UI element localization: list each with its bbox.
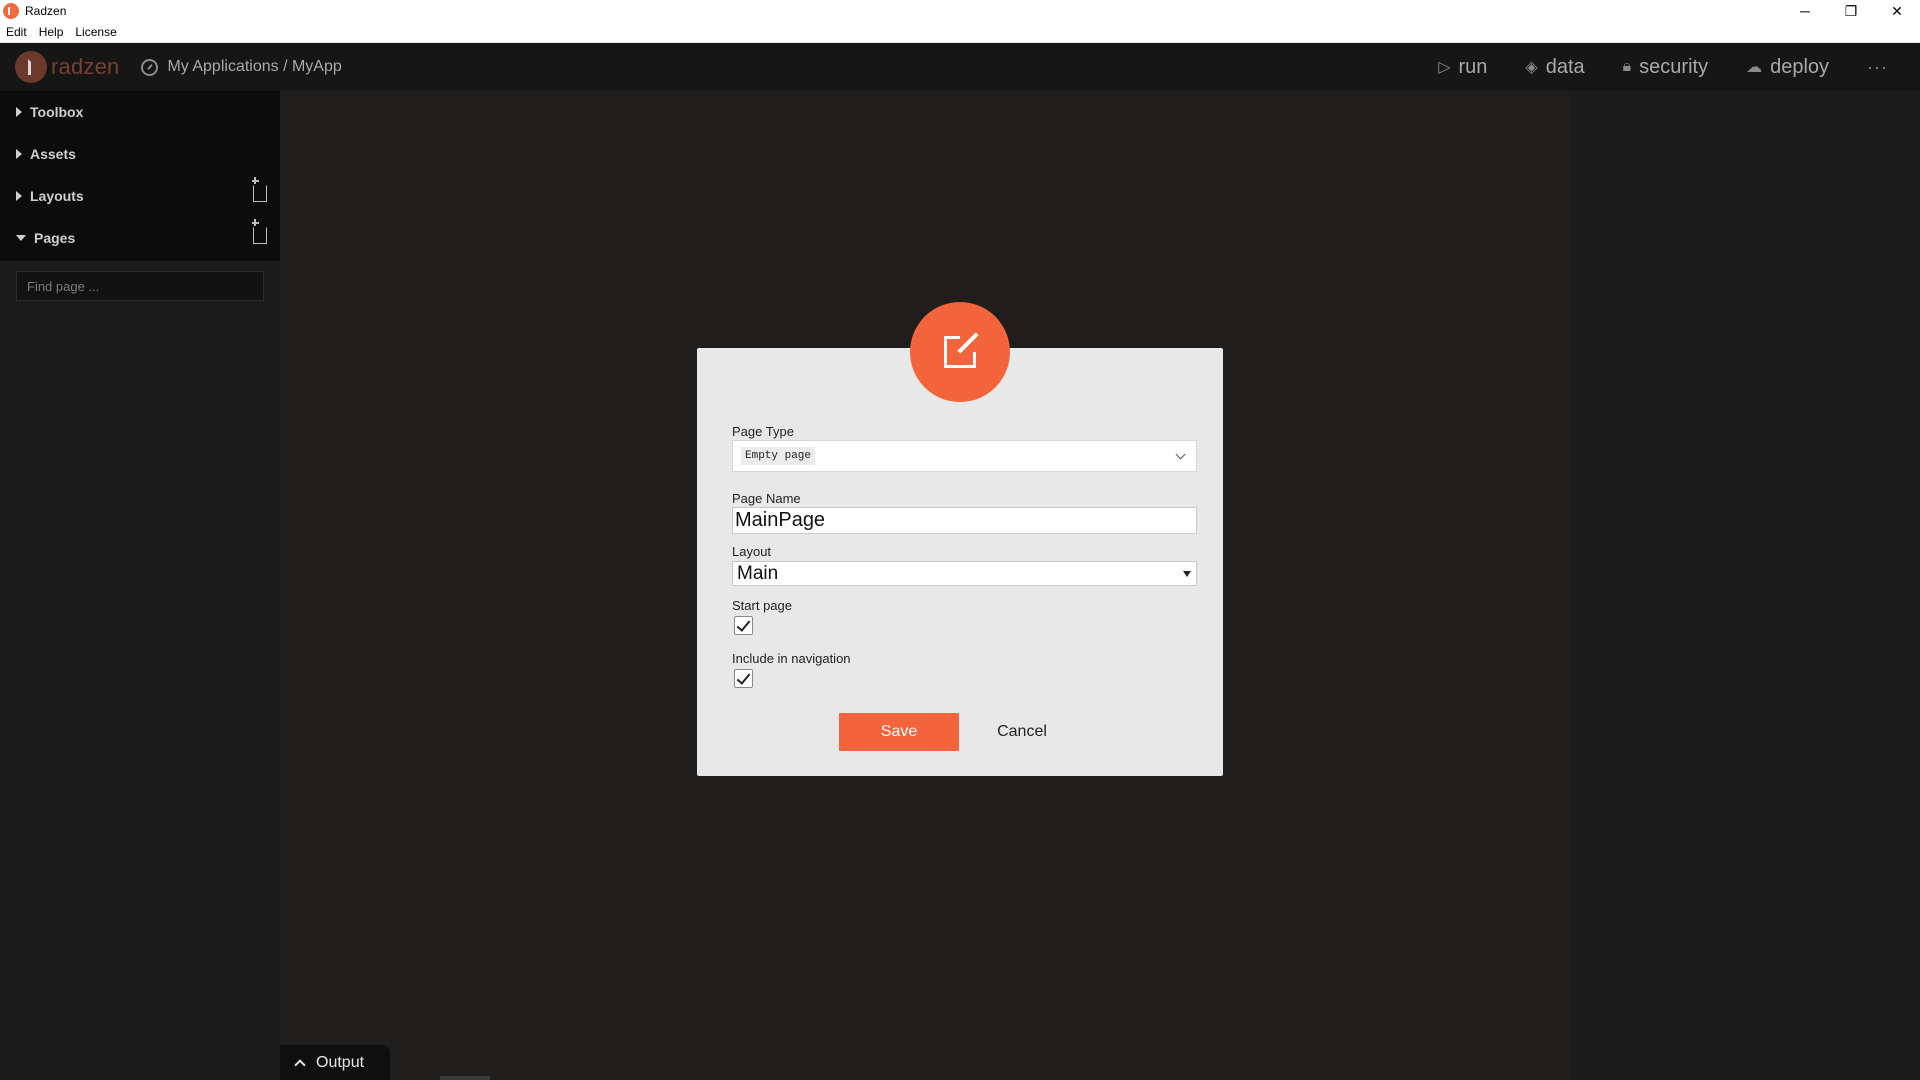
page-name-label: Page Name xyxy=(732,491,801,506)
nav-security-label: security xyxy=(1639,55,1709,78)
chevron-up-icon xyxy=(294,1058,306,1071)
sidebar-item-pages[interactable]: Pages xyxy=(0,217,280,259)
properties-pane xyxy=(1570,91,1920,1080)
find-page-input[interactable] xyxy=(16,271,264,301)
breadcrumb-text: My Applications / MyApp xyxy=(167,58,342,75)
sidebar-item-label: Assets xyxy=(30,146,76,162)
dropdown-arrow-icon xyxy=(1183,571,1191,577)
sidebar-item-layouts[interactable]: Layouts xyxy=(0,175,280,217)
close-button[interactable]: ✕ xyxy=(1874,0,1920,22)
page-type-value: Empty page xyxy=(741,447,816,465)
restore-button[interactable]: ❐ xyxy=(1828,0,1874,22)
menu-license[interactable]: License xyxy=(69,25,122,39)
minimize-button[interactable]: ─ xyxy=(1782,0,1828,22)
app-header: radzen My Applications / MyApp ▷ run ◈ d… xyxy=(0,43,1920,91)
lock-icon: 🔒︎ xyxy=(1622,58,1632,75)
logo-text: radzen xyxy=(51,54,120,79)
nav-data[interactable]: ◈ data xyxy=(1525,56,1584,79)
cloud-upload-icon: ☁ xyxy=(1746,59,1763,76)
include-in-navigation-label: Include in navigation xyxy=(732,651,851,666)
layout-select[interactable]: Main xyxy=(732,561,1197,586)
page-type-select[interactable]: Empty page xyxy=(732,440,1197,472)
cancel-button[interactable]: Cancel xyxy=(980,713,1064,751)
nav-deploy[interactable]: ☁ deploy xyxy=(1746,56,1829,79)
caret-right-icon xyxy=(16,149,22,159)
layers-icon: ◈ xyxy=(1525,59,1538,76)
sidebar-sections: Toolbox Assets Layouts Pages xyxy=(0,91,280,261)
start-page-checkbox[interactable] xyxy=(734,616,753,635)
dashboard-icon xyxy=(141,58,159,76)
sidebar: Toolbox Assets Layouts Pages xyxy=(0,91,280,1080)
output-panel-toggle[interactable]: Output xyxy=(280,1045,390,1080)
add-page-icon[interactable] xyxy=(252,219,267,244)
caret-right-icon xyxy=(16,107,22,117)
page-type-label: Page Type xyxy=(732,424,794,439)
top-navigation: ▷ run ◈ data 🔒︎ security ☁ deploy ··· xyxy=(1400,43,1888,91)
horizontal-scrollbar[interactable] xyxy=(440,1076,490,1080)
menu-edit[interactable]: Edit xyxy=(0,25,33,39)
nav-data-label: data xyxy=(1545,55,1585,78)
breadcrumb[interactable]: My Applications / MyApp xyxy=(141,58,342,76)
sidebar-item-toolbox[interactable]: Toolbox xyxy=(0,91,280,133)
include-in-navigation-checkbox[interactable] xyxy=(734,669,753,688)
edit-page-icon xyxy=(910,302,1010,402)
new-page-dialog: Page Type Empty page Page Name MainPage … xyxy=(697,348,1223,776)
sidebar-item-label: Pages xyxy=(34,230,76,246)
start-page-label: Start page xyxy=(732,598,792,613)
window-controls: ─ ❐ ✕ xyxy=(1782,0,1920,22)
nav-security[interactable]: 🔒︎ security xyxy=(1623,56,1708,79)
radzen-logo[interactable]: radzen xyxy=(15,51,119,83)
caret-right-icon xyxy=(16,191,22,201)
save-button[interactable]: Save xyxy=(839,713,959,751)
play-icon: ▷ xyxy=(1438,59,1451,76)
window-title: Radzen xyxy=(25,4,67,18)
menu-help[interactable]: Help xyxy=(33,25,70,39)
sidebar-item-assets[interactable]: Assets xyxy=(0,133,280,175)
add-layout-icon[interactable] xyxy=(252,177,267,202)
caret-down-icon xyxy=(16,235,26,241)
sidebar-item-label: Layouts xyxy=(30,188,84,204)
radzen-app-icon xyxy=(3,3,19,19)
layout-value: Main xyxy=(737,562,779,584)
window-title-bar: Radzen ─ ❐ ✕ xyxy=(0,0,1920,22)
menu-bar: Edit Help License xyxy=(0,22,1920,43)
page-name-input[interactable]: MainPage xyxy=(732,507,1197,534)
output-label: Output xyxy=(316,1053,365,1071)
chevron-down-icon xyxy=(1175,449,1186,460)
nav-deploy-label: deploy xyxy=(1770,55,1830,78)
nav-run[interactable]: ▷ run xyxy=(1438,56,1487,79)
layout-label: Layout xyxy=(732,544,772,559)
nav-run-label: run xyxy=(1458,55,1488,78)
radzen-logo-icon xyxy=(15,51,47,83)
more-options-icon[interactable]: ··· xyxy=(1867,57,1888,78)
sidebar-item-label: Toolbox xyxy=(30,104,84,120)
